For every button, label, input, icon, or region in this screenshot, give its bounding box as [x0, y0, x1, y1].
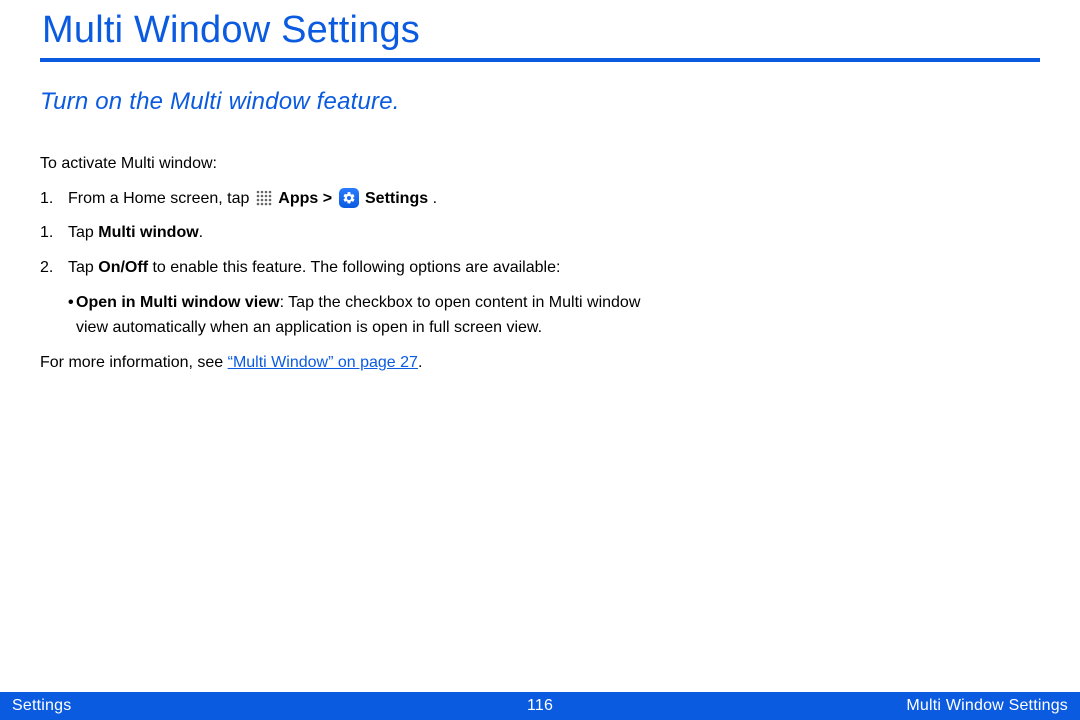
body: To activate Multi window: 1. From a Home…: [40, 152, 660, 376]
page-title: Multi Window Settings: [40, 10, 1040, 52]
step-3: 2. Tap On/Off to enable this feature. Th…: [40, 256, 660, 281]
settings-icon: [339, 188, 359, 208]
step-2-post: .: [199, 224, 203, 241]
bullet-body: Open in Multi window view: Tap the check…: [68, 291, 660, 341]
bullet-bold: Open in Multi window view: [76, 294, 280, 311]
step-2-body: Tap Multi window.: [68, 221, 660, 246]
step-1-gt: >: [323, 190, 337, 207]
more-info: For more information, see “Multi Window”…: [40, 351, 660, 376]
footer: Settings 116 Multi Window Settings: [0, 692, 1080, 720]
step-2: 1. Tap Multi window.: [40, 221, 660, 246]
step-1: 1. From a Home screen, tap: [40, 187, 660, 212]
step-2-bold: Multi window: [98, 224, 198, 241]
more-info-link[interactable]: “Multi Window” on page 27: [228, 354, 418, 371]
step-3-body: Tap On/Off to enable this feature. The f…: [68, 256, 660, 281]
footer-page-number: 116: [0, 697, 1080, 715]
intro-text: To activate Multi window:: [40, 152, 660, 177]
title-rule: [40, 58, 1040, 62]
step-2-number: 1.: [40, 221, 68, 246]
step-3-bold: On/Off: [98, 259, 148, 276]
bullet-1: • Open in Multi window view: Tap the che…: [40, 291, 660, 341]
content-area: Multi Window Settings Turn on the Multi …: [0, 0, 1080, 375]
settings-label: Settings: [365, 190, 428, 207]
step-2-pre: Tap: [68, 224, 98, 241]
step-1-body: From a Home screen, tap Apps >: [68, 187, 660, 212]
document-page: Multi Window Settings Turn on the Multi …: [0, 0, 1080, 720]
step-3-pre: Tap: [68, 259, 98, 276]
apps-label: Apps: [278, 190, 318, 207]
subtitle: Turn on the Multi window feature.: [40, 88, 1040, 116]
more-info-pre: For more information, see: [40, 354, 228, 371]
step-1-pre: From a Home screen, tap: [68, 190, 254, 207]
more-info-post: .: [418, 354, 422, 371]
step-1-number: 1.: [40, 187, 68, 212]
step-3-post: to enable this feature. The following op…: [148, 259, 560, 276]
step-1-end: .: [433, 190, 437, 207]
apps-icon: [256, 190, 272, 206]
step-3-number: 2.: [40, 256, 68, 281]
bullet-mark: •: [40, 291, 68, 341]
